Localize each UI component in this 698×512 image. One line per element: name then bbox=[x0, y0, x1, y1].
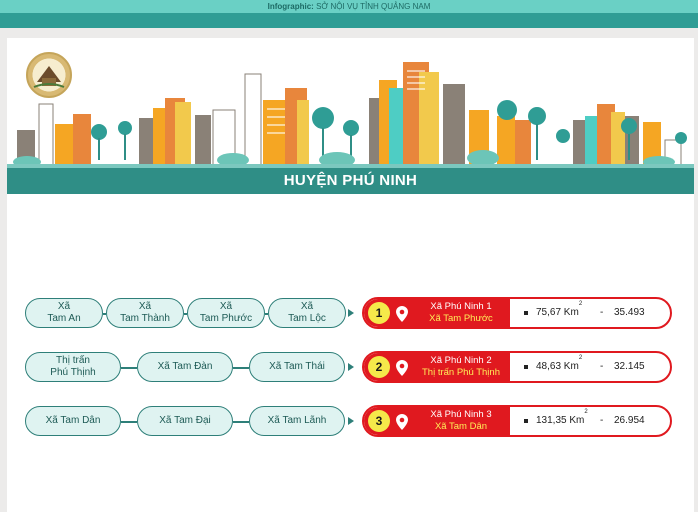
commune-label-line1: Xã bbox=[219, 301, 233, 312]
district-title: HUYỆN PHÚ NINH bbox=[283, 172, 418, 189]
commune-pill: Xã Tam Lộc bbox=[268, 298, 346, 328]
commune-label: Xã Tam Đàn bbox=[157, 361, 213, 372]
commune-label-line2: Tam Lộc bbox=[288, 313, 326, 324]
connector-line bbox=[121, 367, 137, 369]
city-skyline-illustration bbox=[7, 60, 694, 168]
merged-name: Xã Phú Ninh 2 Thị trấn Phú Thịnh bbox=[414, 355, 508, 379]
area-value: 131,35 Km2 bbox=[536, 409, 588, 426]
arrow-icon bbox=[348, 417, 354, 425]
bullet-icon bbox=[524, 365, 528, 369]
commune-pill: Xã Tam Thái bbox=[249, 352, 345, 382]
commune-pill: Xã Tam Đàn bbox=[137, 352, 233, 382]
commune-pill: Xã Tam Thành bbox=[106, 298, 184, 328]
commune-pill: Xã Tam Đại bbox=[137, 406, 233, 436]
connector-line bbox=[121, 421, 137, 423]
commune-label-line1: Thị trấn bbox=[56, 355, 90, 366]
bullet-icon bbox=[524, 419, 528, 423]
commune-stats: 48,63 Km2 - 32.145 người bbox=[514, 353, 670, 381]
merged-commune-card: 3 Xã Phú Ninh 3 Xã Tam Dân 131,35 Km2 - … bbox=[362, 405, 672, 437]
commune-label-line2: Tam An bbox=[47, 313, 81, 324]
area-value: 75,67 Km2 bbox=[536, 301, 583, 318]
commune-label-line2: Tam Thành bbox=[120, 313, 170, 324]
commune-label-line1: Xã bbox=[300, 301, 314, 312]
source-caption: Infographic: SỞ NỘI VỤ TỈNH QUẢNG NAM bbox=[0, 0, 698, 13]
commune-stats: 75,67 Km2 - 35.493 người bbox=[514, 299, 670, 327]
commune-label-line2: Tam Phước bbox=[199, 313, 253, 324]
merged-name: Xã Phú Ninh 3 Xã Tam Dân bbox=[414, 409, 508, 433]
merge-number-badge: 1 bbox=[368, 302, 390, 324]
connector-line bbox=[233, 367, 249, 369]
commune-label: Xã Tam Lãnh bbox=[267, 415, 327, 426]
population-value: 26.954 người bbox=[614, 415, 645, 426]
new-commune-name: Xã Phú Ninh 2 bbox=[430, 355, 492, 366]
map-pin-icon bbox=[396, 414, 408, 430]
commune-pill: Thị trấn Phú Thịnh bbox=[25, 352, 121, 382]
top-header-bar: Infographic: SỞ NỘI VỤ TỈNH QUẢNG NAM bbox=[0, 0, 698, 28]
commune-label-line1: Xã bbox=[57, 301, 71, 312]
arrow-icon bbox=[348, 309, 354, 317]
commune-pill: Xã Tam Phước bbox=[187, 298, 265, 328]
merged-commune-card: 1 Xã Phú Ninh 1 Xã Tam Phước 75,67 Km2 -… bbox=[362, 297, 672, 329]
caption-prefix: Infographic: bbox=[267, 2, 314, 11]
administrative-center: Xã Tam Phước bbox=[429, 313, 493, 324]
population-value: 32.145 người bbox=[614, 361, 645, 372]
administrative-center: Thị trấn Phú Thịnh bbox=[422, 367, 500, 378]
emblem-logo bbox=[26, 52, 72, 98]
separator: - bbox=[600, 361, 604, 372]
caption-source: SỞ NỘI VỤ TỈNH QUẢNG NAM bbox=[316, 2, 431, 11]
commune-label-line1: Xã bbox=[138, 301, 152, 312]
map-pin-icon bbox=[396, 306, 408, 322]
merge-number-badge: 2 bbox=[368, 356, 390, 378]
merged-commune-card: 2 Xã Phú Ninh 2 Thị trấn Phú Thịnh 48,63… bbox=[362, 351, 672, 383]
connector-line bbox=[233, 421, 249, 423]
commune-label: Xã Tam Đại bbox=[159, 415, 211, 426]
new-commune-name: Xã Phú Ninh 3 bbox=[430, 409, 492, 420]
map-pin-icon bbox=[396, 360, 408, 376]
commune-label: Xã Tam Dân bbox=[45, 415, 101, 426]
arrow-icon bbox=[348, 363, 354, 371]
commune-pill: Xã Tam Lãnh bbox=[249, 406, 345, 436]
commune-label: Xã Tam Thái bbox=[269, 361, 325, 372]
merge-number-badge: 3 bbox=[368, 410, 390, 432]
separator: - bbox=[600, 415, 604, 426]
commune-stats: 131,35 Km2 - 26.954 người bbox=[514, 407, 670, 435]
merged-name: Xã Phú Ninh 1 Xã Tam Phước bbox=[414, 301, 508, 325]
area-value: 48,63 Km2 bbox=[536, 355, 583, 372]
new-commune-name: Xã Phú Ninh 1 bbox=[430, 301, 492, 312]
commune-pill: Xã Tam An bbox=[25, 298, 103, 328]
separator: - bbox=[600, 307, 604, 318]
district-banner: HUYỆN PHÚ NINH bbox=[7, 164, 694, 194]
commune-label-line2: Phú Thịnh bbox=[50, 367, 96, 378]
population-value: 35.493 người bbox=[614, 307, 645, 318]
administrative-center: Xã Tam Dân bbox=[434, 421, 488, 432]
commune-pill: Xã Tam Dân bbox=[25, 406, 121, 436]
bullet-icon bbox=[524, 311, 528, 315]
